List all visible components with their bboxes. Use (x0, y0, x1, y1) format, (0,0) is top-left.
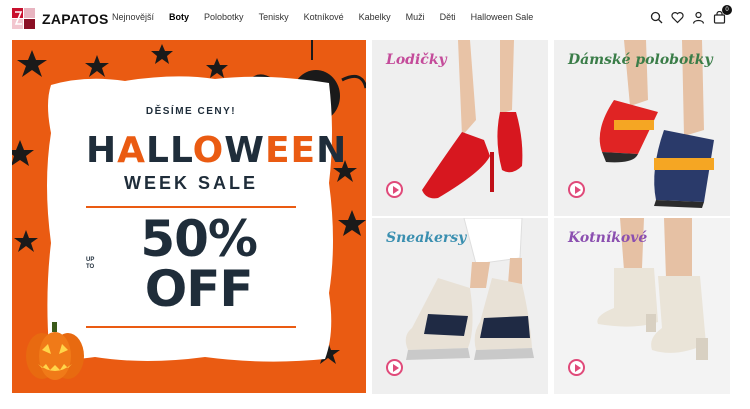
logo[interactable]: ZAPATOS (12, 8, 109, 30)
discount-value: 50% OFF (140, 210, 258, 318)
site-header: ZAPATOS Nejnovější Boty Polobotky Tenisk… (0, 0, 750, 38)
play-icon[interactable] (386, 359, 403, 376)
nav-item-deti[interactable]: Děti (440, 12, 456, 22)
nav-item-kotnikove[interactable]: Kotníkové (304, 12, 344, 22)
nav-item-tenisky[interactable]: Tenisky (259, 12, 289, 22)
divider (86, 206, 296, 208)
nav-item-halloween-sale[interactable]: Halloween Sale (471, 12, 534, 22)
cart-count-badge: 0 (722, 5, 732, 15)
pumpkin-icon (26, 322, 84, 380)
hero-tagline: DĚSÍME CENY! (145, 106, 237, 117)
logo-text: ZAPATOS (42, 11, 109, 27)
tile-label: Sneakersy (386, 230, 467, 246)
category-tile-lodicky[interactable]: Lodičky (372, 40, 548, 216)
upto-label: UP TO (86, 256, 95, 270)
tile-label: Kotníkové (568, 230, 648, 246)
discount-line: UP TO 50% OFF (86, 214, 296, 314)
heart-icon[interactable] (671, 11, 684, 24)
bag-icon[interactable]: 0 (713, 5, 732, 24)
main-nav: Nejnovější Boty Polobotky Tenisky Kotník… (112, 12, 548, 22)
nav-item-polobotky[interactable]: Polobotky (204, 12, 244, 22)
logo-icon (12, 8, 36, 30)
nav-item-muzi[interactable]: Muži (406, 12, 425, 22)
category-tile-damske-polobotky[interactable]: Dámské polobotky (554, 40, 730, 216)
tile-label: Lodičky (386, 52, 447, 68)
play-icon[interactable] (386, 181, 403, 198)
header-actions: 0 (642, 5, 732, 24)
tile-label: Dámské polobotky (568, 52, 713, 68)
category-tile-sneakersy[interactable]: Sneakersy (372, 218, 548, 394)
nav-item-kabelky[interactable]: Kabelky (359, 12, 391, 22)
divider (86, 326, 296, 328)
play-icon[interactable] (568, 181, 585, 198)
hero-title: HALLOWEEN (86, 130, 348, 171)
hero-text-block: DĚSÍME CENY! HALLOWEEN WEEK SALE UP TO 5… (86, 100, 348, 328)
play-icon[interactable] (568, 359, 585, 376)
user-icon[interactable] (692, 11, 705, 24)
nav-item-nejnovejsi[interactable]: Nejnovější (112, 12, 154, 22)
category-tile-kotnikove[interactable]: Kotníkové (554, 218, 730, 394)
halloween-hero-banner[interactable]: DĚSÍME CENY! HALLOWEEN WEEK SALE UP TO 5… (12, 40, 366, 393)
hero-subtitle: WEEK SALE (123, 173, 258, 193)
search-icon[interactable] (650, 11, 663, 24)
nav-item-boty[interactable]: Boty (169, 12, 189, 22)
